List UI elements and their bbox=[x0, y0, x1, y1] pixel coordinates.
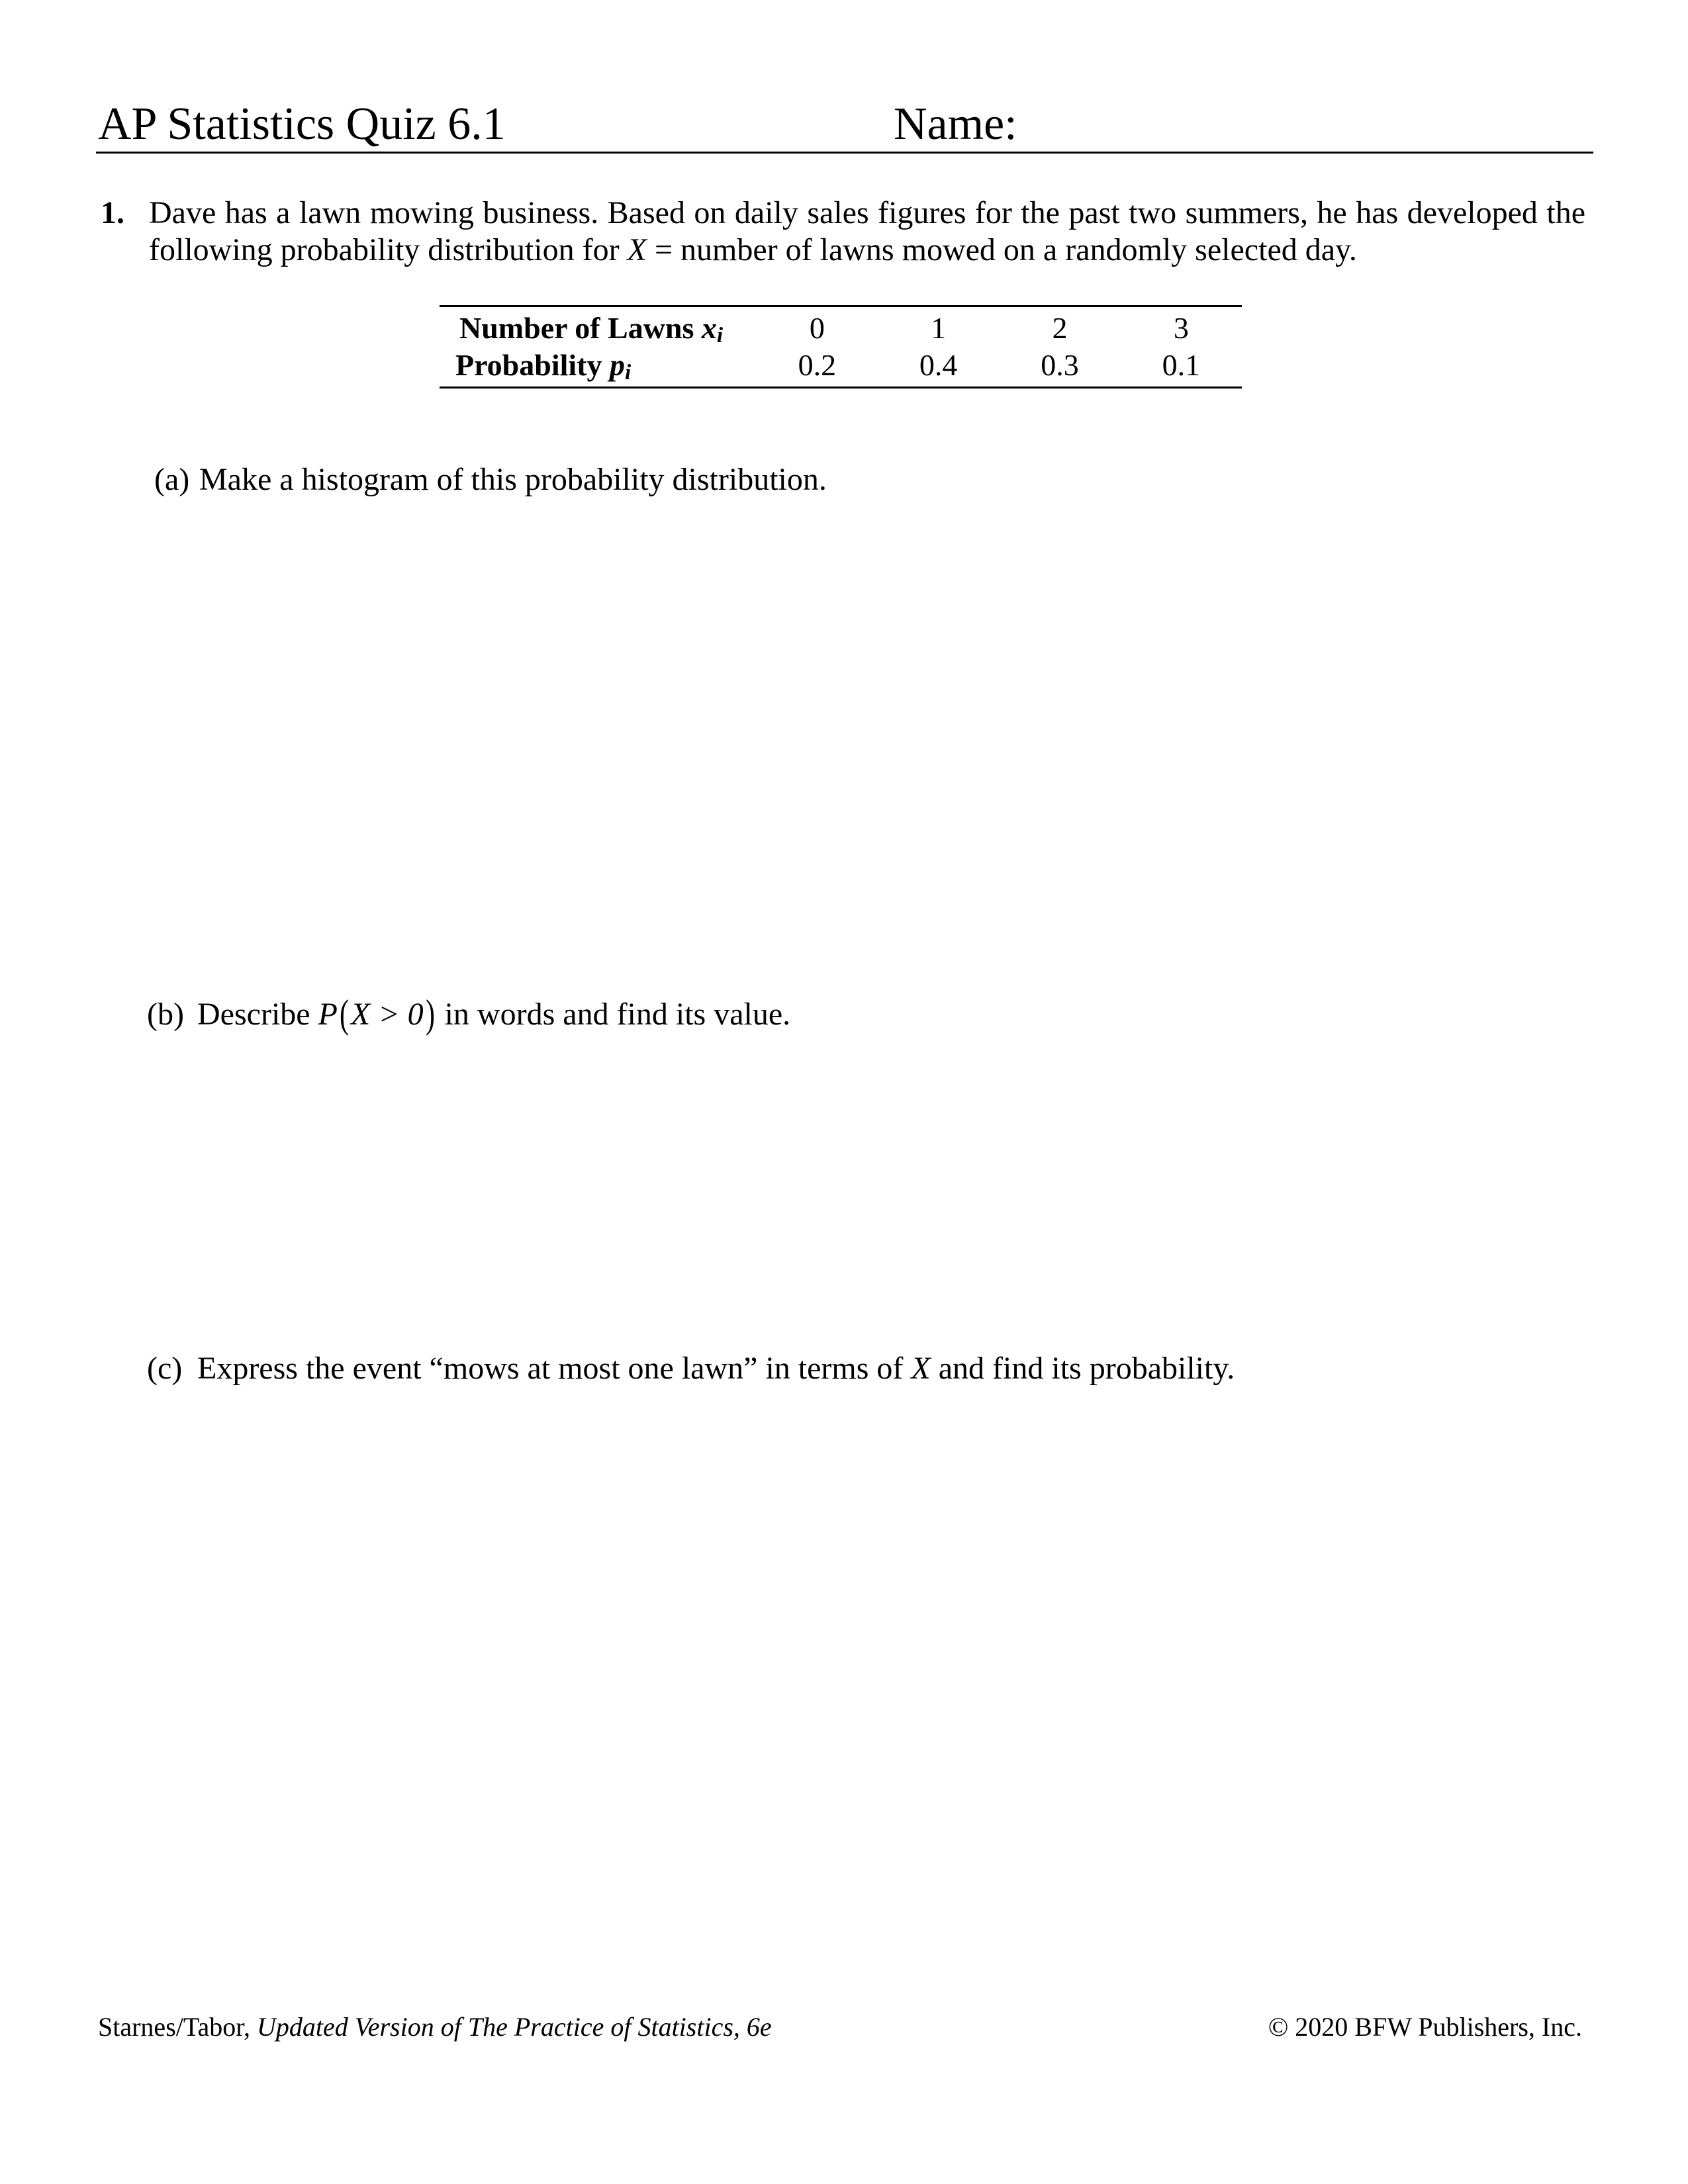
table-cell: 2 bbox=[1052, 311, 1068, 345]
table-cell: 0 bbox=[809, 311, 825, 345]
footer-copyright: © 2020 BFW Publishers, Inc. bbox=[1268, 2012, 1582, 2042]
name-label: Name: bbox=[894, 99, 1017, 150]
header-rule bbox=[96, 152, 1593, 154]
part-b-text-before: Describe bbox=[197, 997, 318, 1032]
question-text: Dave has a lawn mowing business. Based o… bbox=[149, 195, 1585, 269]
probability-distribution-table: Number of Lawns xi 0 1 2 3 Probability p… bbox=[440, 305, 1242, 388]
part-c-text-after: and find its probability. bbox=[930, 1351, 1235, 1386]
question-text-part2: = number of lawns mowed on a randomly se… bbox=[646, 232, 1357, 267]
part-a: (a) Make a histogram of this probability … bbox=[154, 461, 827, 498]
question-variable: X bbox=[627, 232, 647, 267]
table-cell: 0.2 bbox=[798, 348, 837, 382]
math-close-paren: ) bbox=[425, 992, 435, 1036]
footer-citation: Starnes/Tabor, Updated Version of The Pr… bbox=[98, 2012, 772, 2042]
table-cell: 0.1 bbox=[1162, 348, 1201, 382]
row-header-probability: Probability pi bbox=[455, 348, 632, 385]
subscript-i: i bbox=[625, 359, 632, 385]
symbol-p: p bbox=[610, 348, 626, 382]
math-open-paren: ( bbox=[339, 992, 349, 1036]
quiz-title: AP Statistics Quiz 6.1 bbox=[98, 99, 506, 150]
table-cell: 3 bbox=[1173, 311, 1189, 345]
row-header-lawns: Number of Lawns xi bbox=[459, 311, 724, 347]
part-b: (b) Describe P(X > 0) in words and find i… bbox=[147, 992, 791, 1036]
part-a-label: (a) bbox=[154, 462, 190, 497]
part-c-text-before: Express the event “mows at most one lawn… bbox=[197, 1351, 912, 1386]
subscript-i: i bbox=[716, 322, 724, 347]
table-cell: 1 bbox=[931, 311, 947, 345]
part-c-variable: X bbox=[911, 1351, 931, 1386]
symbol-x: x bbox=[701, 311, 717, 345]
footer-book-title: Updated Version of The Practice of Stati… bbox=[256, 2012, 772, 2042]
table-cell: 0.4 bbox=[919, 348, 958, 382]
part-c-label: (c) bbox=[147, 1351, 183, 1386]
part-b-text-after: in words and find its value. bbox=[436, 997, 791, 1032]
part-b-label: (b) bbox=[147, 997, 184, 1032]
table-row-lawns: Number of Lawns xi 0 1 2 3 bbox=[440, 306, 1242, 347]
math-P: P bbox=[318, 997, 338, 1032]
table-cell: 0.3 bbox=[1041, 348, 1079, 382]
math-inner: X > 0 bbox=[350, 997, 424, 1032]
part-a-text: Make a histogram of this probability dis… bbox=[199, 462, 827, 497]
table-row-probability: Probability pi 0.2 0.4 0.3 0.1 bbox=[440, 347, 1242, 388]
part-c: (c) Express the event “mows at most one l… bbox=[147, 1350, 1235, 1387]
footer-authors: Starnes/Tabor, bbox=[98, 2012, 257, 2042]
question-number: 1. bbox=[101, 195, 124, 230]
